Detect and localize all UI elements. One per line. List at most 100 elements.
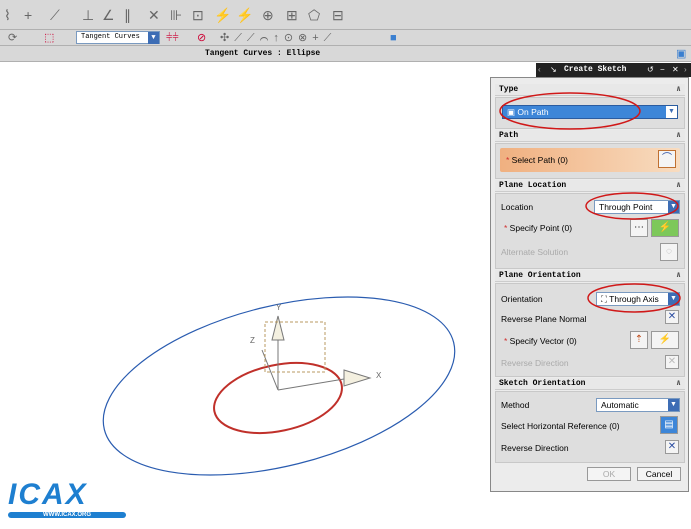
add-icon[interactable]: ⊕ bbox=[262, 8, 274, 22]
inferred-point-icon[interactable]: ⚡ bbox=[651, 219, 679, 237]
type-select[interactable]: ▣ On Path ▼ bbox=[502, 105, 678, 119]
point-icon[interactable]: + bbox=[24, 8, 32, 22]
specify-vector-text: Specify Vector (0) bbox=[509, 336, 577, 346]
select-path-text: Select Path (0) bbox=[511, 155, 568, 165]
type-value: On Path bbox=[517, 107, 549, 117]
plane-orientation-header[interactable]: Plane Orientation ∧ bbox=[495, 270, 685, 282]
rotate-icon[interactable]: ⟳ bbox=[8, 31, 17, 45]
axis-z-label: Z bbox=[250, 336, 255, 345]
no-snap-icon[interactable]: ⊘ bbox=[197, 31, 206, 45]
cancel-button[interactable]: Cancel bbox=[637, 467, 681, 481]
status-text: Tangent Curves : Ellipse bbox=[205, 49, 321, 58]
prev-icon[interactable]: ‹ bbox=[538, 63, 541, 77]
toolbar-row-2: ⟳ ⬚ Tangent Curves ▼ ⫩⫩ ⊘ ✣⟋⟋⌒↑⊙⊗+⟋ ■ bbox=[0, 30, 691, 46]
tangent-icon[interactable]: ⫩⫩ bbox=[166, 31, 179, 45]
sketch-curve-icon[interactable]: ⌇ bbox=[4, 8, 11, 22]
select-curve-icon[interactable]: ⌒ bbox=[658, 150, 676, 168]
constraint-icon[interactable]: ⟋ bbox=[50, 8, 60, 22]
status-bar: Tangent Curves : Ellipse ▣ bbox=[0, 46, 691, 62]
parallel-icon[interactable]: ∥ bbox=[124, 8, 131, 22]
location-value: Through Point bbox=[599, 202, 653, 212]
graphics-canvas[interactable]: Y X Z bbox=[0, 78, 490, 529]
specify-vector-label: * Specify Vector (0) bbox=[504, 336, 577, 346]
fit-icon[interactable]: ▣ bbox=[676, 47, 686, 61]
plane-location-header-label: Plane Location bbox=[499, 181, 567, 190]
axis-y-label: Y bbox=[276, 303, 282, 312]
sketch-orientation-header[interactable]: Sketch Orientation ∧ bbox=[495, 378, 685, 390]
chevron-down-icon: ▼ bbox=[668, 201, 679, 213]
alternate-solution-icon[interactable]: ◌ bbox=[660, 243, 678, 261]
dialog-title: Create Sketch bbox=[564, 65, 627, 74]
logo-text: ICAX bbox=[8, 478, 88, 511]
dimension-icon[interactable]: ⊪ bbox=[170, 8, 182, 22]
reverse-direction-label: Reverse Direction bbox=[501, 358, 569, 368]
horizontal-reference-label: Select Horizontal Reference (0) bbox=[501, 421, 620, 431]
vector-dialog-icon[interactable]: ⇡ bbox=[630, 331, 648, 349]
reverse-direction-icon[interactable]: ✕ bbox=[665, 355, 679, 369]
filter-value: Tangent Curves bbox=[81, 33, 140, 41]
dialog-title-bar[interactable]: ‹ ↘ Create Sketch ↺ − ✕ › bbox=[536, 63, 691, 77]
next-icon[interactable]: › bbox=[684, 63, 687, 77]
location-label: Location bbox=[501, 202, 534, 212]
delete-constraint-icon[interactable]: ✕ bbox=[148, 8, 160, 22]
method-value: Automatic bbox=[601, 400, 639, 410]
plane-orientation-section: Orientation ⛶ Through Axis ▼ Reverse Plan… bbox=[495, 283, 685, 377]
type-section: ▣ On Path ▼ bbox=[495, 97, 685, 129]
reverse-normal-label: Reverse Plane Normal bbox=[501, 314, 587, 324]
angle-icon[interactable]: ∠ bbox=[102, 8, 115, 22]
inferred-vector-icon[interactable]: ⚡ bbox=[651, 331, 679, 349]
logo-url: WWW.ICAX.ORG bbox=[8, 512, 126, 518]
minimize-icon[interactable]: − bbox=[660, 63, 665, 77]
shape-icon[interactable]: ⬠ bbox=[308, 8, 320, 22]
path-header[interactable]: Path ∧ bbox=[495, 130, 685, 142]
specify-point-label: * Specify Point (0) bbox=[504, 223, 573, 233]
outer-ellipse[interactable] bbox=[85, 265, 473, 507]
plane-location-header[interactable]: Plane Location ∧ bbox=[495, 180, 685, 192]
select-box-icon[interactable]: ⬚ bbox=[44, 31, 54, 45]
alternate-icon[interactable]: ⚡ bbox=[236, 8, 253, 22]
type-header[interactable]: Type ∧ bbox=[495, 84, 685, 96]
icax-logo: ICAX WWW.ICAX.ORG bbox=[8, 480, 126, 524]
location-select[interactable]: Through Point ▼ bbox=[594, 200, 680, 214]
select-path-label: * Select Path (0) bbox=[506, 155, 568, 165]
horizontal-reference-icon[interactable]: ▤ bbox=[660, 416, 678, 434]
perpendicular-icon[interactable]: ⊥ bbox=[82, 8, 94, 22]
plane-location-section: Location Through Point ▼ * Specify Point … bbox=[495, 193, 685, 269]
ok-button[interactable]: OK bbox=[587, 467, 631, 481]
curve-filter-select[interactable]: Tangent Curves ▼ bbox=[76, 31, 160, 44]
create-sketch-dialog: Type ∧ ▣ On Path ▼ Path ∧ * Select Path (0)… bbox=[490, 77, 689, 492]
reset-icon[interactable]: ↺ bbox=[647, 63, 654, 77]
orientation-select[interactable]: ⛶ Through Axis ▼ bbox=[596, 292, 680, 306]
collapse-icon[interactable]: ∧ bbox=[676, 130, 681, 142]
cube-icon[interactable]: ■ bbox=[390, 31, 397, 45]
alternate-solution-label: Alternate Solution bbox=[501, 247, 569, 257]
collapse-icon[interactable]: ∧ bbox=[676, 180, 681, 192]
extract-icon[interactable]: ⊞ bbox=[286, 8, 298, 22]
reverse-normal-icon[interactable]: ✕ bbox=[665, 310, 679, 324]
coordinate-triad bbox=[261, 315, 372, 391]
method-select[interactable]: Automatic ▼ bbox=[596, 398, 680, 412]
orientation-label: Orientation bbox=[501, 294, 543, 304]
collapse-icon[interactable]: ∧ bbox=[676, 270, 681, 282]
collapse-icon[interactable]: ∧ bbox=[676, 84, 681, 96]
lock-icon[interactable]: ⊡ bbox=[192, 8, 204, 22]
fix-icon[interactable]: ⚡ bbox=[214, 8, 231, 22]
grid-icon[interactable]: ⊟ bbox=[332, 8, 344, 22]
reverse-direction-icon[interactable]: ✕ bbox=[665, 440, 679, 454]
toolbar-row-1: ⌇ + ⟋ ⊥ ∠ ∥ ✕ ⊪ ⊡ ⚡ ⚡ ⊕ ⊞ ⬠ ⊟ bbox=[0, 0, 691, 30]
close-icon[interactable]: ✕ bbox=[672, 63, 679, 77]
path-header-label: Path bbox=[499, 131, 519, 140]
collapse-icon[interactable]: ∧ bbox=[676, 378, 681, 390]
chevron-down-icon: ▼ bbox=[666, 106, 677, 118]
point-dialog-icon[interactable]: ⋯ bbox=[630, 219, 648, 237]
axis-icon: ⛶ bbox=[601, 294, 610, 304]
sketch-icon: ↘ bbox=[550, 65, 557, 74]
snap-icons[interactable]: ✣⟋⟋⌒↑⊙⊗+⟋ bbox=[220, 31, 336, 45]
axis-x-label: X bbox=[376, 371, 382, 380]
path-section: * Select Path (0) ⌒ bbox=[495, 143, 685, 179]
specify-point-text: Specify Point (0) bbox=[509, 223, 573, 233]
chevron-down-icon: ▼ bbox=[668, 399, 679, 411]
method-label: Method bbox=[501, 400, 530, 410]
plane-orientation-header-label: Plane Orientation bbox=[499, 271, 581, 280]
select-path-field[interactable]: * Select Path (0) ⌒ bbox=[500, 148, 680, 172]
